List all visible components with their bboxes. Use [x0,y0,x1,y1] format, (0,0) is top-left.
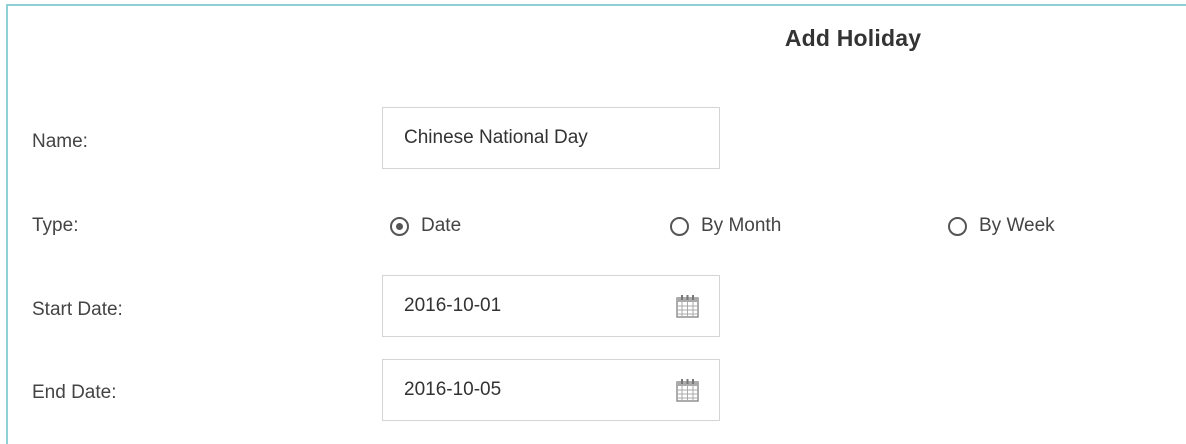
dialog-title: Add Holiday [784,25,922,51]
end-date-value: 2016-10-05 [404,379,502,400]
start-date-value: 2016-10-01 [404,295,502,316]
type-radio-date[interactable]: Date [390,211,461,241]
type-radio-by-month-label: By Month [701,215,782,236]
radio-unchecked-icon [670,216,689,236]
calendar-icon[interactable] [676,378,699,402]
end-date-input[interactable]: 2016-10-05 [382,359,720,421]
type-radio-by-week[interactable]: By Week [948,211,1055,241]
start-date-input[interactable]: 2016-10-01 [382,275,720,337]
start-date-label: Start Date: [32,299,123,320]
type-radio-by-week-label: By Week [979,215,1055,236]
type-radio-by-month[interactable]: By Month [670,211,781,241]
end-date-label: End Date: [32,382,117,403]
add-holiday-dialog: Add Holiday Name: Chinese National Day T… [6,4,1186,444]
type-label: Type: [32,215,79,236]
radio-unchecked-icon [948,216,967,236]
calendar-icon[interactable] [676,294,699,318]
radio-checked-icon [390,216,409,236]
name-label: Name: [32,131,88,152]
type-radio-date-label: Date [421,215,462,236]
name-input[interactable]: Chinese National Day [382,107,720,169]
